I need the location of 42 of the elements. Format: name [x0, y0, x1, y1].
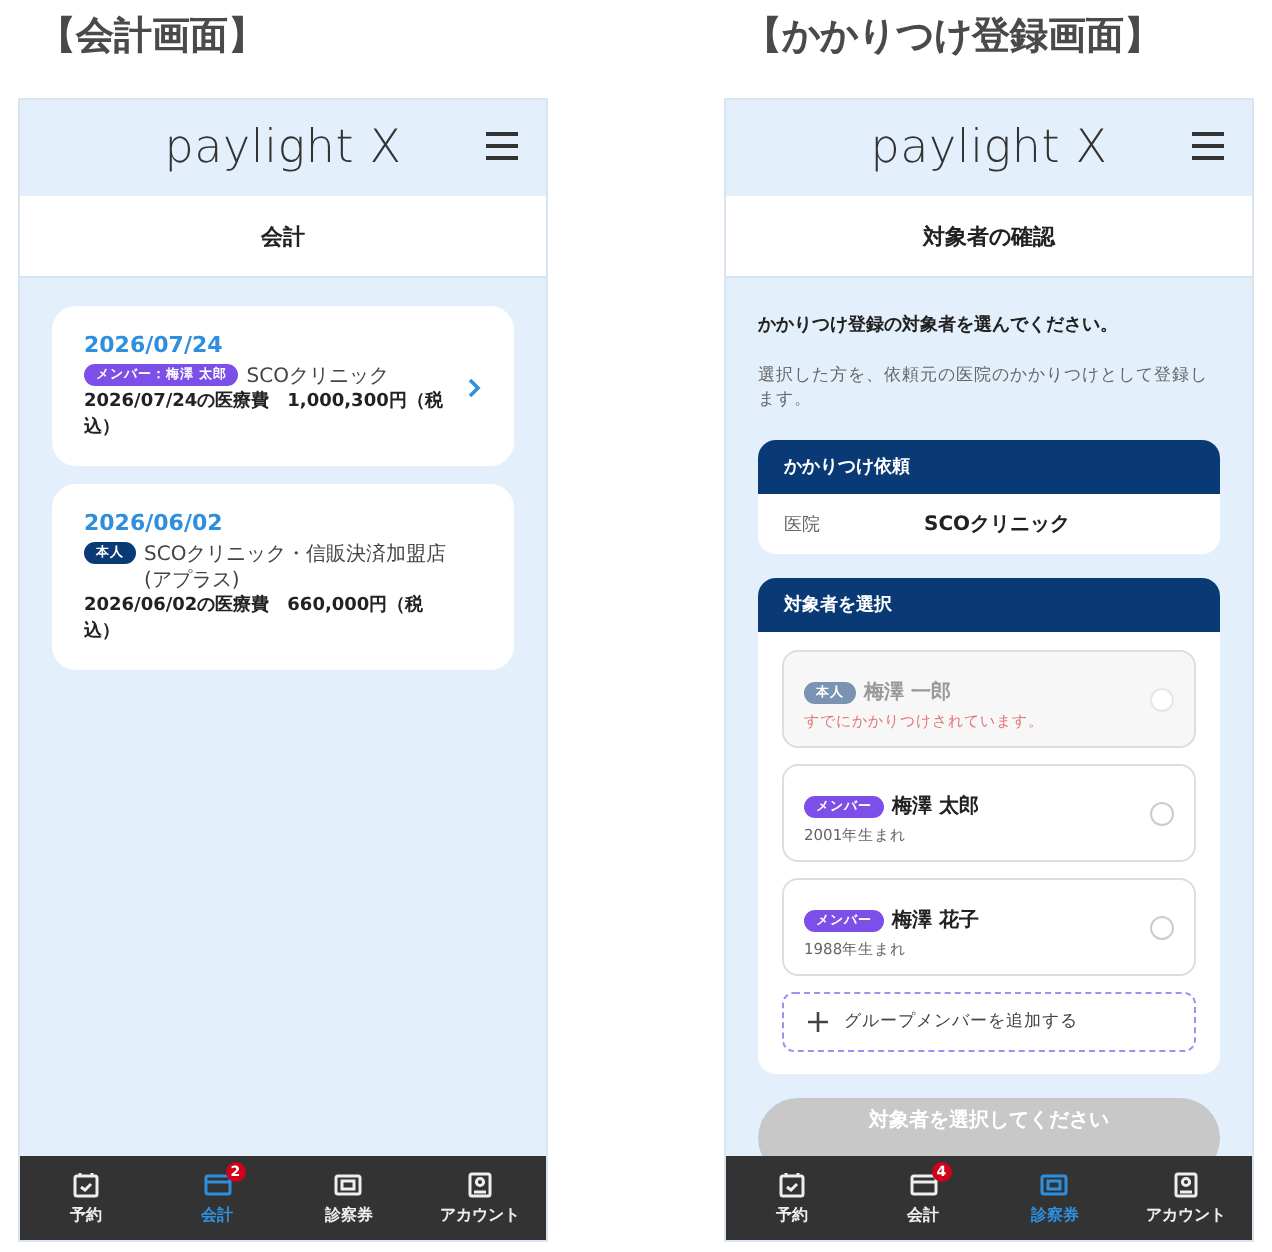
- nav-tab[interactable]: 診察券: [989, 1156, 1121, 1240]
- radio-button[interactable]: [1150, 915, 1174, 939]
- screen-caption: 【かかりつけ登録画面】: [742, 12, 1164, 62]
- panel-title: かかりつけ依頼: [758, 440, 1220, 494]
- page-title: 対象者の確認: [726, 196, 1252, 278]
- plus-icon: [808, 1012, 828, 1032]
- clinic-name: SCOクリニック・信販決済加盟店(アプラス): [144, 542, 449, 594]
- field-label: 医院: [784, 513, 822, 537]
- bill-date: 2026/06/02: [84, 510, 225, 536]
- nav-tab[interactable]: 予約: [726, 1156, 858, 1240]
- person-name: 梅澤 一郎: [864, 681, 951, 703]
- description-text: 選択した方を、依頼元の医院のかかりつけとして登録します。: [758, 364, 1210, 412]
- nav-tab[interactable]: アカウント: [414, 1156, 546, 1240]
- wallet-icon: [909, 1171, 938, 1197]
- card-icon: [334, 1171, 363, 1197]
- calendar-check-icon: [71, 1171, 100, 1197]
- account-icon: [466, 1171, 495, 1197]
- wallet-icon: [203, 1171, 232, 1197]
- panel-title: 対象者を選択: [758, 578, 1220, 632]
- chevron-right-icon: [466, 377, 482, 397]
- account-icon: [1172, 1171, 1201, 1197]
- clinic-name: SCOクリニック: [924, 512, 1071, 538]
- instruction-text: かかりつけ登録の対象者を選んでください。: [758, 312, 1120, 338]
- add-member-button[interactable]: グループメンバーを追加する: [782, 992, 1196, 1052]
- menu-icon[interactable]: [486, 132, 518, 160]
- card-icon: [1040, 1171, 1069, 1197]
- bill-amount: 2026/07/24の医療費 1,000,300円（税込）: [84, 390, 445, 442]
- nav-tab[interactable]: 診察券: [283, 1156, 415, 1240]
- logo: paylight X: [870, 122, 1108, 174]
- menu-icon[interactable]: [1192, 132, 1224, 160]
- person-name: 梅澤 太郎: [892, 795, 979, 817]
- logo: paylight X: [164, 122, 402, 174]
- clinic-name: SCOクリニック: [246, 364, 391, 390]
- nav-tab[interactable]: アカウント: [1120, 1156, 1252, 1240]
- radio-button[interactable]: [1150, 801, 1174, 825]
- person-name: 梅澤 花子: [892, 909, 979, 931]
- page-title: 会計: [20, 196, 546, 278]
- screen-caption: 【会計画面】: [36, 12, 268, 62]
- calendar-check-icon: [777, 1171, 806, 1197]
- bill-date: 2026/07/24: [84, 332, 225, 358]
- nav-tab[interactable]: 予約: [20, 1156, 152, 1240]
- bill-amount: 2026/06/02の医療費 660,000円（税込）: [84, 594, 426, 646]
